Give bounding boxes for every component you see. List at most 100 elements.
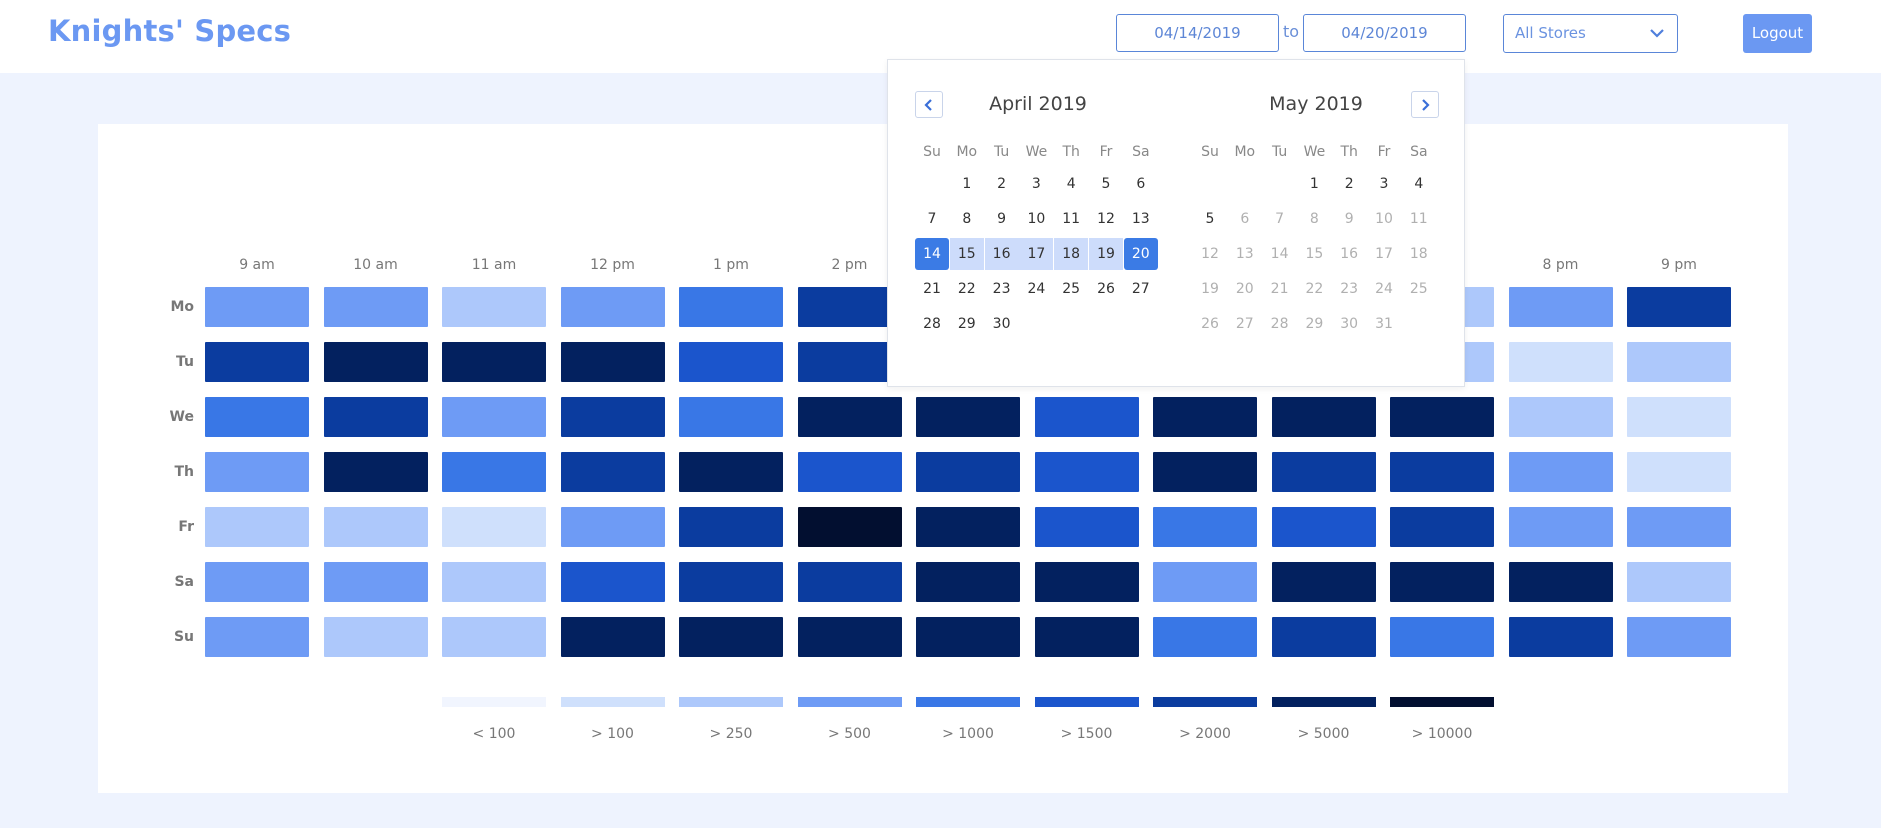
calendar-day[interactable]: 15 xyxy=(949,238,984,270)
heatmap-cell[interactable] xyxy=(679,452,783,492)
calendar-day[interactable]: 7 xyxy=(1263,203,1297,235)
calendar-day[interactable]: 10 xyxy=(1019,203,1053,235)
calendar-day[interactable]: 31 xyxy=(1367,308,1401,340)
calendar-day[interactable]: 30 xyxy=(985,308,1019,340)
heatmap-cell[interactable] xyxy=(797,287,902,327)
calendar-day[interactable]: 23 xyxy=(985,273,1019,305)
heatmap-cell[interactable] xyxy=(1508,452,1613,492)
heatmap-cell[interactable] xyxy=(1390,562,1494,602)
heatmap-cell[interactable] xyxy=(1390,452,1494,492)
brand-logo[interactable]: Knights' Specs xyxy=(48,14,291,48)
calendar-day[interactable]: 4 xyxy=(1402,168,1436,200)
end-date-input[interactable]: 04/20/2019 xyxy=(1303,14,1466,52)
calendar-day[interactable]: 24 xyxy=(1019,273,1053,305)
calendar-day[interactable]: 12 xyxy=(1089,203,1123,235)
calendar-day[interactable]: 28 xyxy=(915,308,949,340)
heatmap-cell[interactable] xyxy=(323,452,428,492)
calendar-day[interactable]: 8 xyxy=(950,203,984,235)
calendar-day[interactable]: 17 xyxy=(1367,238,1401,270)
calendar-day[interactable]: 18 xyxy=(1402,238,1436,270)
heatmap-cell[interactable] xyxy=(205,397,309,437)
heatmap-cell[interactable] xyxy=(1390,617,1494,657)
calendar-day[interactable]: 1 xyxy=(950,168,984,200)
heatmap-cell[interactable] xyxy=(1627,287,1731,327)
heatmap-cell[interactable] xyxy=(442,562,546,602)
heatmap-cell[interactable] xyxy=(1271,397,1376,437)
heatmap-cell[interactable] xyxy=(560,342,665,382)
heatmap-cell[interactable] xyxy=(797,507,902,547)
logout-button[interactable]: Logout xyxy=(1743,14,1812,53)
heatmap-cell[interactable] xyxy=(1153,562,1257,602)
calendar-day[interactable]: 16 xyxy=(984,238,1019,270)
heatmap-cell[interactable] xyxy=(679,617,783,657)
calendar-day[interactable]: 23 xyxy=(1332,273,1366,305)
heatmap-cell[interactable] xyxy=(205,562,309,602)
heatmap-cell[interactable] xyxy=(560,562,665,602)
heatmap-cell[interactable] xyxy=(1271,507,1376,547)
calendar-day[interactable]: 25 xyxy=(1054,273,1088,305)
heatmap-cell[interactable] xyxy=(797,342,902,382)
calendar-day[interactable]: 27 xyxy=(1228,308,1262,340)
calendar-day[interactable]: 11 xyxy=(1402,203,1436,235)
heatmap-cell[interactable] xyxy=(1034,562,1139,602)
heatmap-cell[interactable] xyxy=(916,452,1020,492)
heatmap-cell[interactable] xyxy=(1508,287,1613,327)
heatmap-cell[interactable] xyxy=(205,507,309,547)
calendar-day[interactable]: 7 xyxy=(915,203,949,235)
heatmap-cell[interactable] xyxy=(323,617,428,657)
heatmap-cell[interactable] xyxy=(1271,562,1376,602)
calendar-day[interactable]: 25 xyxy=(1402,273,1436,305)
heatmap-cell[interactable] xyxy=(679,397,783,437)
heatmap-cell[interactable] xyxy=(1627,562,1731,602)
heatmap-cell[interactable] xyxy=(1508,507,1613,547)
store-select[interactable]: All Stores xyxy=(1503,14,1678,53)
calendar-day[interactable]: 5 xyxy=(1193,203,1227,235)
heatmap-cell[interactable] xyxy=(1508,397,1613,437)
heatmap-cell[interactable] xyxy=(560,397,665,437)
heatmap-cell[interactable] xyxy=(1627,617,1731,657)
calendar-day[interactable]: 12 xyxy=(1193,238,1227,270)
heatmap-cell[interactable] xyxy=(916,617,1020,657)
heatmap-cell[interactable] xyxy=(560,452,665,492)
heatmap-cell[interactable] xyxy=(442,287,546,327)
calendar-day[interactable]: 26 xyxy=(1089,273,1123,305)
calendar-day[interactable]: 3 xyxy=(1367,168,1401,200)
heatmap-cell[interactable] xyxy=(1390,507,1494,547)
calendar-day[interactable]: 29 xyxy=(1297,308,1331,340)
heatmap-cell[interactable] xyxy=(442,342,546,382)
heatmap-cell[interactable] xyxy=(1271,617,1376,657)
calendar-day[interactable]: 8 xyxy=(1297,203,1331,235)
calendar-day[interactable]: 17 xyxy=(1019,238,1054,270)
calendar-day[interactable]: 16 xyxy=(1332,238,1366,270)
calendar-day[interactable]: 18 xyxy=(1054,238,1089,270)
calendar-day[interactable]: 15 xyxy=(1297,238,1331,270)
heatmap-cell[interactable] xyxy=(1271,452,1376,492)
heatmap-cell[interactable] xyxy=(1390,397,1494,437)
calendar-day[interactable]: 9 xyxy=(1332,203,1366,235)
heatmap-cell[interactable] xyxy=(797,562,902,602)
calendar-day[interactable]: 30 xyxy=(1332,308,1366,340)
calendar-day[interactable]: 13 xyxy=(1124,203,1158,235)
heatmap-cell[interactable] xyxy=(1627,342,1731,382)
heatmap-cell[interactable] xyxy=(1153,507,1257,547)
calendar-day[interactable]: 1 xyxy=(1297,168,1331,200)
heatmap-cell[interactable] xyxy=(205,617,309,657)
heatmap-cell[interactable] xyxy=(1034,397,1139,437)
heatmap-cell[interactable] xyxy=(560,287,665,327)
calendar-day[interactable]: 10 xyxy=(1367,203,1401,235)
calendar-day[interactable]: 22 xyxy=(950,273,984,305)
heatmap-cell[interactable] xyxy=(323,562,428,602)
calendar-day[interactable]: 21 xyxy=(915,273,949,305)
heatmap-cell[interactable] xyxy=(1153,452,1257,492)
heatmap-cell[interactable] xyxy=(916,507,1020,547)
calendar-day[interactable]: 3 xyxy=(1019,168,1053,200)
heatmap-cell[interactable] xyxy=(1627,452,1731,492)
calendar-day[interactable]: 6 xyxy=(1228,203,1262,235)
calendar-day[interactable]: 29 xyxy=(950,308,984,340)
calendar-day[interactable]: 27 xyxy=(1124,273,1158,305)
calendar-day[interactable]: 13 xyxy=(1228,238,1262,270)
calendar-day[interactable]: 6 xyxy=(1124,168,1158,200)
heatmap-cell[interactable] xyxy=(797,452,902,492)
calendar-day[interactable]: 19 xyxy=(1193,273,1227,305)
calendar-day[interactable]: 24 xyxy=(1367,273,1401,305)
